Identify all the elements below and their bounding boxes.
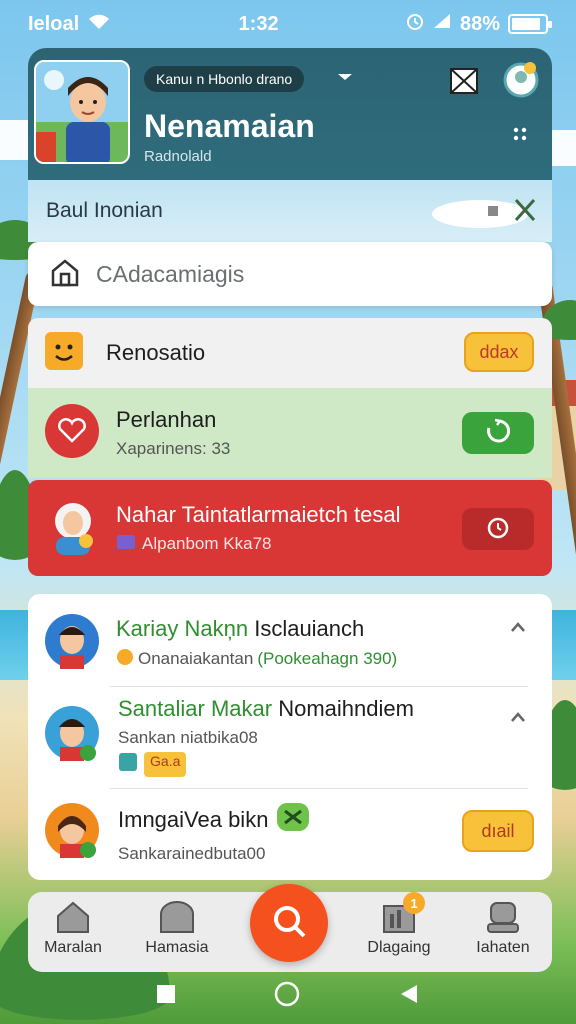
app-card: Kanuı n Hbonlo drano Nenamaian Radnolald… bbox=[28, 48, 552, 972]
contact-row[interactable]: Santaliar Makar Nomaihndiem Sankan niatb… bbox=[28, 688, 552, 784]
contact-name-colored: Kariay Nakņn bbox=[116, 615, 249, 641]
contact-avatar bbox=[44, 802, 102, 865]
contact-row[interactable]: Kariay Nakņn Isclauianch Onanaiakantan (… bbox=[28, 600, 552, 686]
contact-avatar bbox=[44, 613, 100, 674]
nav-item-maralan[interactable]: Maralan bbox=[28, 900, 118, 957]
search-placeholder: CAdacamiagis bbox=[96, 260, 245, 287]
page-subtitle: Radnolald bbox=[144, 148, 212, 165]
wifi-icon bbox=[87, 13, 111, 36]
back-icon[interactable] bbox=[398, 983, 420, 1010]
nav-label: Maralan bbox=[44, 939, 102, 956]
home-icon bbox=[55, 900, 91, 939]
header-pill[interactable]: Kanuı n Hbonlo drano bbox=[144, 66, 305, 92]
nav-label: Iahaten bbox=[476, 939, 530, 956]
signal-icon bbox=[432, 12, 452, 36]
nav-label: Dlagaing bbox=[367, 939, 431, 956]
row-subtitle: Alpanbom Kka78 bbox=[116, 534, 401, 555]
section-subheader: Baul Inonian bbox=[28, 180, 552, 242]
mail-icon[interactable] bbox=[450, 68, 478, 98]
row-title: Nahar Taintatlarmaietch tesal bbox=[116, 501, 401, 527]
smile-icon bbox=[44, 331, 84, 376]
nav-item-dlagaing[interactable]: 1 Dlagaing bbox=[354, 892, 444, 957]
clock: 1:32 bbox=[238, 12, 279, 35]
search-icon bbox=[270, 902, 308, 945]
tag-icon bbox=[118, 752, 138, 777]
contact-detail-plain: Onanaiakantan bbox=[138, 649, 254, 668]
profile-badge-icon[interactable] bbox=[502, 60, 540, 102]
contact-name-plain: ImngaiVea bikn bbox=[118, 807, 269, 832]
contact-name-colored: Santaliar Makar bbox=[118, 695, 273, 721]
row-action-button[interactable]: ddax bbox=[464, 332, 534, 372]
heart-icon bbox=[44, 403, 100, 464]
divider bbox=[110, 788, 528, 789]
home-button-icon[interactable] bbox=[274, 981, 300, 1012]
shuffle-icon bbox=[276, 802, 310, 838]
cloud-tools-icon[interactable] bbox=[430, 190, 540, 236]
system-nav-bar bbox=[0, 968, 576, 1024]
contact-name: Kariay Nakņn Isclauianch bbox=[116, 616, 397, 642]
gallery-icon bbox=[158, 900, 196, 939]
nav-item-iahaten[interactable]: Iahaten bbox=[458, 900, 548, 957]
alarm-icon bbox=[406, 12, 424, 36]
divider bbox=[110, 686, 528, 687]
row-title: Renosatio bbox=[106, 340, 206, 365]
contact-action-label: dıail bbox=[481, 820, 515, 841]
contact-avatar bbox=[44, 705, 102, 768]
subheader-label: Baul Inonian bbox=[46, 199, 163, 222]
contact-badge: Ga.a bbox=[144, 751, 187, 777]
home-outline-icon bbox=[50, 257, 80, 292]
contact-detail: Sankan niatbika08 bbox=[118, 727, 258, 747]
chevron-up-icon[interactable] bbox=[510, 620, 526, 638]
emoji-icon bbox=[116, 648, 134, 671]
list-row-renosatio[interactable]: Renosatio ddax bbox=[28, 318, 552, 388]
list-row-perlanhan[interactable]: Perlanhan Xaparinens: 33 bbox=[28, 388, 552, 478]
contact-name: ImngaiVea bikn bbox=[118, 802, 310, 838]
card-icon bbox=[116, 534, 136, 555]
battery-percent: 88% bbox=[459, 12, 500, 35]
nav-label: Hamasia bbox=[145, 939, 209, 956]
refresh-button[interactable] bbox=[462, 412, 534, 454]
page-title: Nenamaian bbox=[144, 108, 315, 144]
profile-header: Kanuı n Hbonlo drano Nenamaian Radnolald bbox=[28, 48, 552, 188]
refresh-icon bbox=[485, 418, 511, 449]
search-fab-button[interactable] bbox=[250, 884, 328, 962]
contact-action-button[interactable]: dıail bbox=[462, 810, 534, 852]
contact-detail: Onanaiakantan (Pookeahagn 390) bbox=[116, 648, 397, 671]
alert-action-button[interactable] bbox=[462, 508, 534, 550]
contact-badges: Ga.a bbox=[118, 751, 414, 777]
row-action-label: ddax bbox=[479, 341, 519, 362]
contact-detail: Sankarainedbuta00 bbox=[118, 844, 266, 863]
profile-avatar[interactable] bbox=[34, 60, 130, 164]
timer-icon bbox=[485, 514, 511, 545]
chart-icon: 1 bbox=[381, 892, 425, 939]
contact-name-plain: Nomaihndiem bbox=[278, 695, 414, 721]
person-icon bbox=[485, 900, 521, 939]
play-arrow-icon[interactable] bbox=[336, 68, 354, 90]
battery-fill bbox=[511, 18, 541, 30]
row-subtitle: Xaparinens: 33 bbox=[116, 439, 231, 458]
row-title: Perlanhan bbox=[116, 407, 217, 432]
status-bar: Ieloal 1:32 88% bbox=[0, 0, 576, 48]
battery-icon bbox=[507, 14, 552, 34]
carrier-label: Ieloal bbox=[28, 12, 80, 35]
contact-name-plain: Isclauianch bbox=[254, 615, 365, 641]
recents-icon[interactable] bbox=[156, 984, 176, 1009]
nav-badge: 1 bbox=[403, 892, 425, 914]
list-row-alert[interactable]: Nahar Taintatlarmaietch tesal Alpanbom K… bbox=[28, 480, 552, 576]
hijab-avatar bbox=[44, 497, 102, 560]
contact-row[interactable]: ImngaiVea bikn Sankarainedbuta00 dıail bbox=[28, 790, 552, 876]
row-subtitle-text: Alpanbom Kka78 bbox=[142, 534, 272, 553]
contact-detail-colored: (Pookeahagn 390) bbox=[257, 649, 398, 668]
contact-name: Santaliar Makar Nomaihndiem bbox=[118, 696, 414, 722]
nav-item-hamasia[interactable]: Hamasia bbox=[132, 900, 222, 957]
chevron-up-icon[interactable] bbox=[510, 710, 526, 728]
search-input[interactable]: CAdacamiagis bbox=[28, 242, 552, 306]
dots-icon[interactable] bbox=[512, 124, 528, 146]
